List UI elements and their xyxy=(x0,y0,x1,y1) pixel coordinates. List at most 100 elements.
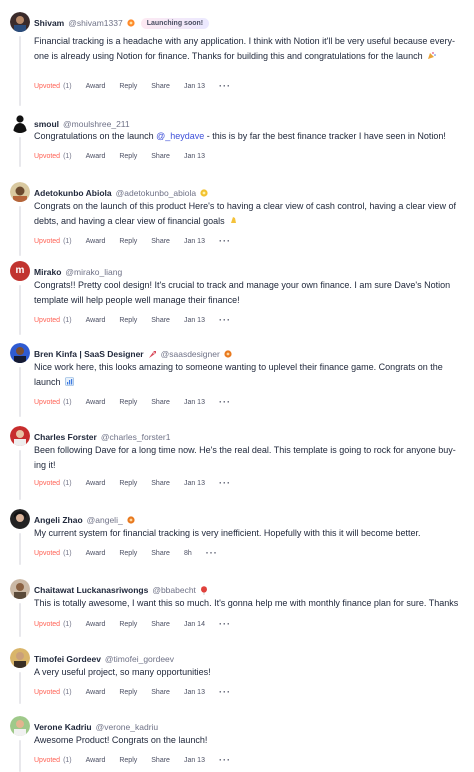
reply-button[interactable]: Reply xyxy=(119,550,137,557)
upvote-button[interactable]: Upvoted (1) xyxy=(34,83,72,90)
award-button[interactable]: Award xyxy=(86,757,106,764)
user-handle[interactable]: @shivam1337 xyxy=(68,18,122,28)
upvote-button[interactable]: Upvoted (1) xyxy=(34,238,72,245)
thread-line xyxy=(19,450,21,500)
reply-button[interactable]: Reply xyxy=(119,689,137,696)
comment-actions: Upvoted (1) Award Reply Share Jan 13 ··· xyxy=(34,686,245,698)
award-button[interactable]: Award xyxy=(86,83,106,90)
share-button[interactable]: Share xyxy=(151,317,170,324)
upvote-button[interactable]: Upvoted (1) xyxy=(34,153,72,160)
launching-soon-badge: Launching soon! xyxy=(140,17,210,29)
user-handle[interactable]: @saasdesigner xyxy=(161,349,220,359)
reply-button[interactable]: Reply xyxy=(119,83,137,90)
avatar[interactable]: m xyxy=(10,261,30,281)
comment-date: Jan 13 xyxy=(183,479,205,487)
user-name[interactable]: Charles Forster xyxy=(34,432,97,442)
user-handle[interactable]: @bbabecht xyxy=(152,585,196,595)
user-handle[interactable]: @mirako_liang xyxy=(65,267,122,277)
reply-button[interactable]: Reply xyxy=(119,238,137,245)
user-handle[interactable]: @moulshree_211 xyxy=(63,119,130,129)
avatar[interactable] xyxy=(10,12,30,32)
avatar[interactable] xyxy=(10,426,30,446)
award-button[interactable]: Award xyxy=(86,689,106,696)
share-button[interactable]: Share xyxy=(151,83,170,90)
more-options-icon[interactable]: ··· xyxy=(219,479,231,488)
award-button[interactable]: Award xyxy=(86,550,106,557)
upvote-button[interactable]: Upvoted (1) xyxy=(34,757,72,764)
user-handle[interactable]: @angeli_ xyxy=(87,515,123,525)
upvote-button[interactable]: Upvoted (1) xyxy=(34,399,72,406)
award-button[interactable]: Award xyxy=(86,153,106,160)
comment-actions: Upvoted (1) Award Reply Share Jan 13 ··· xyxy=(34,314,245,326)
avatar[interactable] xyxy=(10,113,30,133)
user-name[interactable]: Chaitawat Luckanasriwongs xyxy=(34,585,148,595)
avatar[interactable] xyxy=(10,648,30,668)
award-button[interactable]: Award xyxy=(86,399,106,406)
upvote-button[interactable]: Upvoted (1) xyxy=(34,550,72,557)
share-button[interactable]: Share xyxy=(151,621,170,628)
user-name[interactable]: Angeli Zhao xyxy=(34,515,83,525)
user-handle[interactable]: @verone_kadriu xyxy=(96,722,159,732)
avatar[interactable] xyxy=(10,343,30,363)
more-options-icon[interactable]: ··· xyxy=(219,398,231,407)
comment-text: Congrats!! Pretty cool design! It's cruc… xyxy=(34,278,466,308)
avatar[interactable] xyxy=(10,182,30,202)
award-button[interactable]: Award xyxy=(86,621,106,628)
share-button[interactable]: Share xyxy=(151,689,170,696)
user-name[interactable]: Mirako xyxy=(34,267,61,277)
user-name[interactable]: Timofei Gordeev xyxy=(34,654,101,664)
comment-body: - this is by far the best finance tracke… xyxy=(204,131,446,141)
award-button[interactable]: Award xyxy=(86,480,106,487)
comment-text: Awesome Product! Congrats on the launch! xyxy=(34,733,466,748)
mention-link[interactable]: @_heydave xyxy=(156,131,204,141)
comment-body: Nice work here, this looks amazing to so… xyxy=(34,362,443,387)
comment-date: Jan 13 xyxy=(183,152,205,160)
reply-button[interactable]: Reply xyxy=(119,757,137,764)
user-name[interactable]: Adetokunbo Abiola xyxy=(34,188,112,198)
share-button[interactable]: Share xyxy=(151,399,170,406)
upvote-button[interactable]: Upvoted (1) xyxy=(34,689,72,696)
avatar[interactable] xyxy=(10,509,30,529)
user-handle[interactable]: @charles_forster1 xyxy=(101,432,171,442)
more-options-icon[interactable]: ··· xyxy=(219,316,231,325)
award-button[interactable]: Award xyxy=(86,317,106,324)
share-button[interactable]: Share xyxy=(151,480,170,487)
more-options-icon[interactable]: ··· xyxy=(219,82,231,91)
reply-button[interactable]: Reply xyxy=(119,480,137,487)
comment-actions: Upvoted (1) Award Reply Share Jan 13 ··· xyxy=(34,754,245,766)
yellow-circle-badge-icon xyxy=(200,189,208,197)
user-name[interactable]: Bren Kinfa | SaaS Designer xyxy=(34,349,144,359)
thread-line xyxy=(19,603,21,637)
avatar-letter: m xyxy=(15,265,25,276)
user-name[interactable]: Shivam xyxy=(34,18,64,28)
share-button[interactable]: Share xyxy=(151,153,170,160)
share-button[interactable]: Share xyxy=(151,238,170,245)
orange-circle-badge-icon xyxy=(127,19,135,27)
more-options-icon[interactable]: ··· xyxy=(219,620,231,629)
reply-button[interactable]: Reply xyxy=(119,153,137,160)
thread-line xyxy=(19,285,21,335)
reply-button[interactable]: Reply xyxy=(119,621,137,628)
upvote-button[interactable]: Upvoted (1) xyxy=(34,621,72,628)
upvote-button[interactable]: Upvoted (1) xyxy=(34,317,72,324)
thread-line xyxy=(19,740,21,772)
user-name[interactable]: Verone Kadriu xyxy=(34,722,92,732)
share-button[interactable]: Share xyxy=(151,550,170,557)
more-options-icon[interactable]: ··· xyxy=(219,688,231,697)
more-options-icon[interactable]: ··· xyxy=(206,549,218,558)
avatar[interactable] xyxy=(10,716,30,736)
reply-button[interactable]: Reply xyxy=(119,399,137,406)
comment-actions: Upvoted (1) Award Reply Share Jan 13 ··· xyxy=(34,396,245,408)
avatar[interactable] xyxy=(10,579,30,599)
reply-button[interactable]: Reply xyxy=(119,317,137,324)
user-name[interactable]: smoul xyxy=(34,119,59,129)
user-handle[interactable]: @timofei_gordeev xyxy=(105,654,174,664)
upvote-button[interactable]: Upvoted (1) xyxy=(34,480,72,487)
user-handle[interactable]: @adetokunbo_abiola xyxy=(116,188,196,198)
more-options-icon[interactable]: ··· xyxy=(219,756,231,765)
award-button[interactable]: Award xyxy=(86,238,106,245)
share-button[interactable]: Share xyxy=(151,757,170,764)
comment-text: Financial tracking is a headache with an… xyxy=(34,34,466,65)
balloon-icon xyxy=(200,586,208,595)
more-options-icon[interactable]: ··· xyxy=(219,237,231,246)
